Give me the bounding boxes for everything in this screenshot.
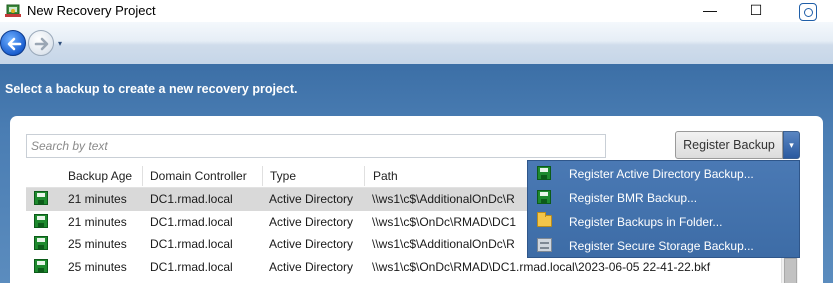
storage-icon: [537, 238, 552, 252]
back-arrow-icon: [7, 37, 22, 51]
menu-item-register-backups-in-folder[interactable]: Register Backups in Folder...: [528, 210, 799, 233]
register-backup-dropdown-button[interactable]: ▾: [783, 131, 800, 159]
column-header-domain-controller[interactable]: Domain Controller: [150, 169, 247, 183]
window-title: New Recovery Project: [27, 3, 156, 18]
disk-icon: [537, 190, 551, 204]
back-button[interactable]: [0, 30, 26, 56]
backup-disk-icon: [34, 258, 48, 273]
path-cell: \\ws1\c$\OnDc\RMAD\DC1.rmad.local\2023-0…: [372, 259, 711, 274]
search-input[interactable]: Search by text: [26, 134, 606, 158]
menu-item-label: Register BMR Backup...: [569, 191, 698, 205]
register-backup-button[interactable]: Register Backup: [675, 131, 783, 159]
type-cell: Active Directory: [269, 259, 354, 274]
title-bar: New Recovery Project — ☐: [0, 0, 833, 22]
column-divider[interactable]: [262, 166, 263, 186]
type-cell: Active Directory: [269, 192, 354, 206]
instruction-text: Select a backup to create a new recovery…: [5, 82, 298, 96]
forward-arrow-icon: [34, 37, 49, 51]
menu-item-label: Register Active Directory Backup...: [569, 167, 754, 181]
domain-controller-cell: DC1.rmad.local: [150, 259, 233, 274]
table-row[interactable]: 25 minutes DC1.rmad.local Active Directo…: [26, 256, 798, 279]
navigation-bar: ▾: [0, 22, 833, 64]
menu-item-register-bmr-backup[interactable]: Register BMR Backup...: [528, 186, 799, 209]
type-cell: Active Directory: [269, 237, 354, 251]
disk-icon: [537, 166, 551, 180]
domain-controller-cell: DC1.rmad.local: [150, 214, 233, 229]
backup-age-cell: 25 minutes: [68, 237, 127, 251]
maximize-button[interactable]: ☐: [736, 0, 776, 22]
recovery-app-icon: [5, 4, 21, 17]
backup-disk-icon: [34, 191, 48, 205]
forward-button[interactable]: [28, 30, 54, 56]
register-backup-menu: Register Active Directory Backup... Regi…: [527, 160, 800, 258]
folder-icon: [537, 212, 552, 228]
column-header-path[interactable]: Path: [373, 169, 398, 183]
scrollbar-thumb[interactable]: [784, 258, 797, 283]
minimize-button[interactable]: —: [690, 0, 730, 22]
screen-capture-button[interactable]: [782, 0, 833, 22]
domain-controller-cell: DC1.rmad.local: [150, 237, 233, 251]
history-dropdown-icon[interactable]: ▾: [58, 39, 62, 48]
backup-age-cell: 21 minutes: [68, 192, 127, 206]
column-divider[interactable]: [142, 166, 143, 186]
domain-controller-cell: DC1.rmad.local: [150, 192, 233, 206]
search-placeholder: Search by text: [31, 139, 108, 153]
backup-age-cell: 25 minutes: [68, 259, 127, 274]
backup-age-cell: 21 minutes: [68, 214, 127, 229]
column-divider[interactable]: [364, 166, 365, 186]
backup-disk-icon: [34, 236, 48, 250]
menu-item-register-active-directory-backup[interactable]: Register Active Directory Backup...: [528, 162, 799, 185]
screen-capture-icon: [799, 3, 817, 21]
menu-item-label: Register Secure Storage Backup...: [569, 239, 754, 253]
type-cell: Active Directory: [269, 214, 354, 229]
backup-disk-icon: [34, 213, 48, 228]
menu-item-register-secure-storage-backup[interactable]: Register Secure Storage Backup...: [528, 234, 799, 257]
menu-item-label: Register Backups in Folder...: [569, 215, 723, 229]
column-header-backup-age[interactable]: Backup Age: [68, 169, 132, 183]
column-header-type[interactable]: Type: [270, 169, 296, 183]
